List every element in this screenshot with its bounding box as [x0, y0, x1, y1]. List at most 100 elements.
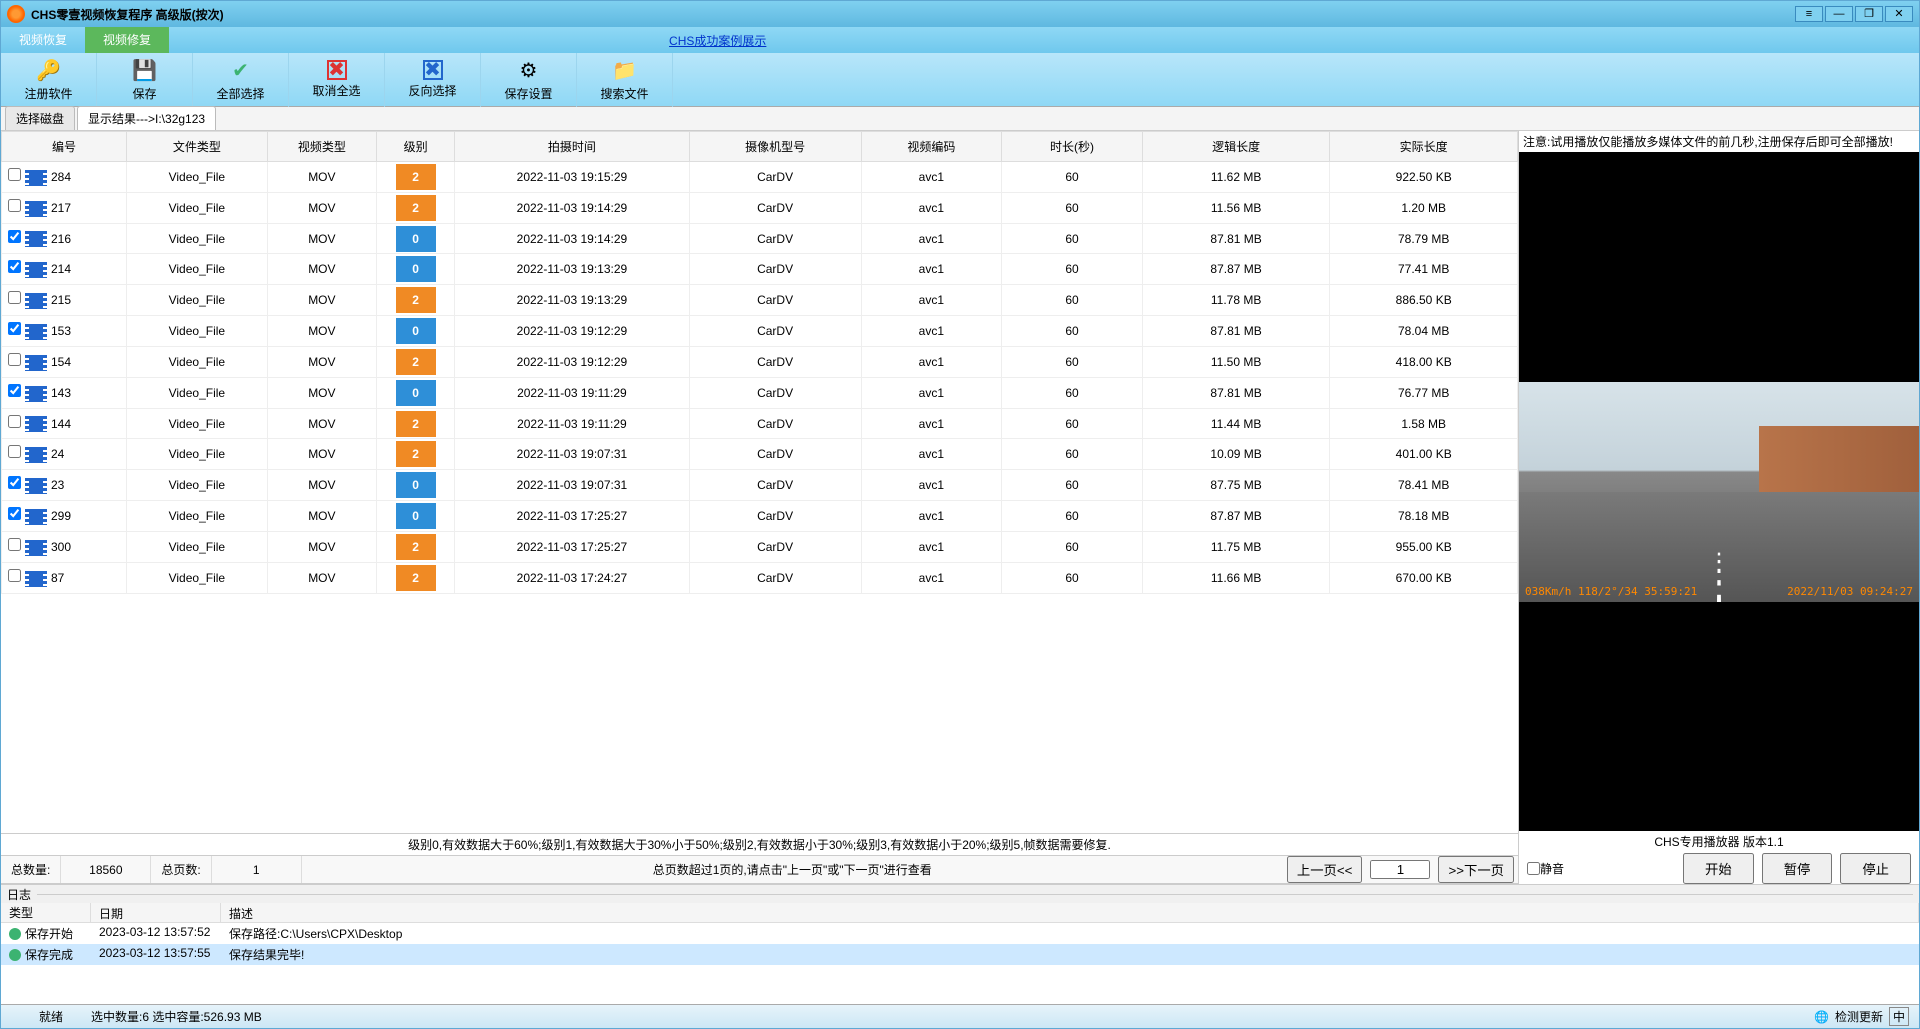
next-page-button[interactable]: >>下一页 — [1438, 856, 1514, 883]
video-file-icon — [25, 324, 47, 340]
video-file-icon — [25, 571, 47, 587]
video-file-icon — [25, 478, 47, 494]
row-checkbox[interactable] — [8, 353, 21, 366]
row-checkbox[interactable] — [8, 415, 21, 428]
row-checkbox[interactable] — [8, 538, 21, 551]
video-file-icon — [25, 509, 47, 525]
register-button[interactable]: 🔑注册软件 — [1, 53, 97, 107]
preview-notice: 注意:试用播放仅能播放多媒体文件的前几秒,注册保存后即可全部播放! — [1519, 131, 1919, 152]
table-row[interactable]: 153 Video_FileMOV0 2022-11-03 19:12:29Ca… — [2, 316, 1518, 347]
table-row[interactable]: 23 Video_FileMOV0 2022-11-03 19:07:31Car… — [2, 470, 1518, 501]
col-filetype[interactable]: 文件类型 — [127, 132, 268, 162]
status-selection: 选中数量:6 选中容量:526.93 MB — [91, 1008, 1814, 1025]
folder-search-icon: 📁 — [612, 57, 638, 83]
prev-page-button[interactable]: 上一页<< — [1287, 856, 1363, 883]
row-checkbox[interactable] — [8, 445, 21, 458]
total-value: 18560 — [89, 863, 122, 877]
minimize-button[interactable]: — — [1825, 6, 1853, 22]
maximize-button[interactable]: ❐ — [1855, 6, 1883, 22]
row-checkbox[interactable] — [8, 260, 21, 273]
col-level[interactable]: 级别 — [377, 132, 455, 162]
col-logicalsize[interactable]: 逻辑长度 — [1142, 132, 1330, 162]
level-legend: 级别0,有效数据大于60%;级别1,有效数据大于30%小于50%;级别2,有效数… — [1, 834, 1518, 856]
table-row[interactable]: 144 Video_FileMOV2 2022-11-03 19:11:29Ca… — [2, 408, 1518, 439]
save-button[interactable]: 💾保存 — [97, 53, 193, 107]
select-all-button[interactable]: ✔全部选择 — [193, 53, 289, 107]
preview-osd-right: 2022/11/03 09:24:27 — [1787, 585, 1913, 598]
success-cases-link[interactable]: CHS成功案例展示 — [669, 32, 766, 49]
video-file-icon — [25, 262, 47, 278]
menu-icon[interactable]: ≡ — [1795, 6, 1823, 22]
col-codec[interactable]: 视频编码 — [861, 132, 1002, 162]
close-button[interactable]: ✕ — [1885, 6, 1913, 22]
app-logo-icon — [7, 5, 25, 23]
check-update-link[interactable]: 检测更新 — [1835, 1008, 1883, 1025]
table-row[interactable]: 143 Video_FileMOV0 2022-11-03 19:11:29Ca… — [2, 377, 1518, 408]
stop-button[interactable]: 停止 — [1840, 853, 1911, 884]
row-checkbox[interactable] — [8, 168, 21, 181]
log-rows[interactable]: 保存开始2023-03-12 13:57:52保存路径:C:\Users\CPX… — [1, 923, 1919, 1004]
gear-icon: ⚙ — [516, 57, 542, 83]
row-checkbox[interactable] — [8, 476, 21, 489]
log-row[interactable]: 保存完成2023-03-12 13:57:55保存结果完毕! — [1, 944, 1919, 965]
x-blue-icon: ✖ — [423, 60, 443, 80]
info-icon — [9, 928, 21, 940]
table-row[interactable]: 217 Video_FileMOV2 2022-11-03 19:14:29Ca… — [2, 192, 1518, 223]
save-settings-button[interactable]: ⚙保存设置 — [481, 53, 577, 107]
col-time[interactable]: 拍摄时间 — [455, 132, 689, 162]
tab-results[interactable]: 显示结果--->I:\32g123 — [77, 106, 216, 130]
table-row[interactable]: 214 Video_FileMOV0 2022-11-03 19:13:29Ca… — [2, 254, 1518, 285]
menubar: 视频恢复 视频修复 CHS成功案例展示 — [1, 27, 1919, 53]
table-row[interactable]: 216 Video_FileMOV0 2022-11-03 19:14:29Ca… — [2, 223, 1518, 254]
invert-selection-button[interactable]: ✖反向选择 — [385, 53, 481, 107]
col-camera[interactable]: 摄像机型号 — [689, 132, 861, 162]
pause-button[interactable]: 暂停 — [1762, 853, 1833, 884]
ime-indicator[interactable]: 中 — [1889, 1007, 1909, 1026]
key-icon: 🔑 — [36, 57, 62, 83]
tab-select-disk[interactable]: 选择磁盘 — [5, 106, 75, 130]
row-checkbox[interactable] — [8, 291, 21, 304]
page-input[interactable] — [1370, 860, 1430, 879]
video-file-icon — [25, 231, 47, 247]
mute-checkbox[interactable]: 静音 — [1527, 860, 1564, 877]
pages-value: 1 — [253, 863, 260, 877]
search-files-button[interactable]: 📁搜索文件 — [577, 53, 673, 107]
table-row[interactable]: 299 Video_FileMOV0 2022-11-03 17:25:27Ca… — [2, 501, 1518, 532]
toolbar: 🔑注册软件 💾保存 ✔全部选择 ✖取消全选 ✖反向选择 ⚙保存设置 📁搜索文件 — [1, 53, 1919, 107]
row-checkbox[interactable] — [8, 322, 21, 335]
log-col-type[interactable]: 类型 — [1, 903, 91, 922]
col-videotype[interactable]: 视频类型 — [267, 132, 376, 162]
col-realsize[interactable]: 实际长度 — [1330, 132, 1518, 162]
log-col-date[interactable]: 日期 — [91, 903, 221, 922]
check-icon: ✔ — [228, 57, 254, 83]
table-row[interactable]: 300 Video_FileMOV2 2022-11-03 17:25:27Ca… — [2, 531, 1518, 562]
log-row[interactable]: 保存开始2023-03-12 13:57:52保存路径:C:\Users\CPX… — [1, 923, 1919, 944]
video-preview[interactable]: 038Km/h 118/2°/34 35:59:21 2022/11/03 09… — [1519, 152, 1919, 831]
tab-video-recover[interactable]: 视频恢复 — [1, 27, 85, 53]
deselect-all-button[interactable]: ✖取消全选 — [289, 53, 385, 107]
info-icon — [9, 949, 21, 961]
row-checkbox[interactable] — [8, 199, 21, 212]
row-checkbox[interactable] — [8, 384, 21, 397]
play-button[interactable]: 开始 — [1683, 853, 1754, 884]
row-checkbox[interactable] — [8, 507, 21, 520]
table-row[interactable]: 284 Video_FileMOV2 2022-11-03 19:15:29Ca… — [2, 162, 1518, 193]
log-col-desc[interactable]: 描述 — [221, 903, 1919, 922]
video-file-icon — [25, 540, 47, 556]
tab-video-repair[interactable]: 视频修复 — [85, 27, 169, 53]
pager-hint: 总页数超过1页的,请点击"上一页"或"下一页"进行查看 — [302, 861, 1283, 878]
results-table[interactable]: 编号 文件类型 视频类型 级别 拍摄时间 摄像机型号 视频编码 时长(秒) 逻辑… — [1, 131, 1518, 834]
table-row[interactable]: 87 Video_FileMOV2 2022-11-03 17:24:27Car… — [2, 562, 1518, 593]
player-version-label: CHS专用播放器 版本1.1 — [1519, 831, 1919, 852]
table-row[interactable]: 154 Video_FileMOV2 2022-11-03 19:12:29Ca… — [2, 346, 1518, 377]
table-row[interactable]: 215 Video_FileMOV2 2022-11-03 19:13:29Ca… — [2, 285, 1518, 316]
col-id[interactable]: 编号 — [2, 132, 127, 162]
video-file-icon — [25, 170, 47, 186]
x-red-icon: ✖ — [327, 60, 347, 80]
row-checkbox[interactable] — [8, 230, 21, 243]
table-row[interactable]: 24 Video_FileMOV2 2022-11-03 19:07:31Car… — [2, 439, 1518, 470]
col-duration[interactable]: 时长(秒) — [1002, 132, 1143, 162]
player-controls: 静音 开始 暂停 停止 — [1519, 852, 1919, 884]
status-ready: 就绪 — [11, 1008, 91, 1025]
row-checkbox[interactable] — [8, 569, 21, 582]
